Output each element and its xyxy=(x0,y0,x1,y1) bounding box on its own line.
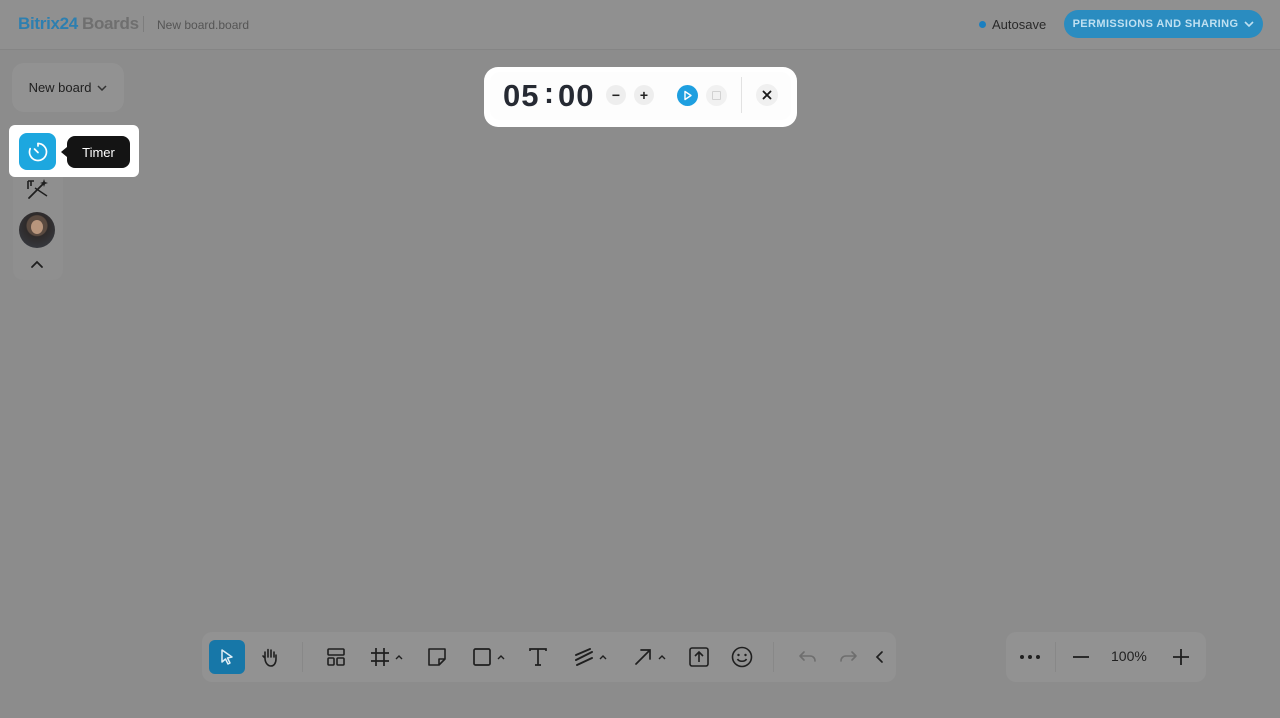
chevron-up-icon xyxy=(497,655,504,660)
timer-seconds[interactable]: 00 xyxy=(558,78,594,114)
chevron-up-icon xyxy=(658,655,665,660)
user-avatar[interactable] xyxy=(19,212,55,248)
text-icon xyxy=(529,648,547,666)
minus-icon: − xyxy=(611,87,621,103)
timer-icon xyxy=(27,141,49,163)
zoom-in-button[interactable] xyxy=(1168,640,1194,674)
select-tool[interactable] xyxy=(209,640,245,674)
redo-button[interactable] xyxy=(836,640,862,674)
emoji-icon xyxy=(731,646,753,668)
zoom-in-icon xyxy=(1173,649,1189,665)
collapse-left-icon xyxy=(875,651,883,663)
collapse-toolbar-button[interactable] xyxy=(870,640,890,674)
undo-icon xyxy=(799,651,816,662)
app-logo[interactable]: Bitrix24 Boards xyxy=(18,14,139,34)
templates-icon xyxy=(327,648,345,666)
header-divider xyxy=(143,16,144,32)
timer-close-button[interactable] xyxy=(756,84,778,106)
frame-tool[interactable] xyxy=(364,640,408,674)
chevron-down-icon xyxy=(97,84,107,91)
board-filename: New board.board xyxy=(157,18,250,32)
shape-icon xyxy=(472,648,491,666)
plus-icon: + xyxy=(639,87,649,103)
zoom-out-button[interactable] xyxy=(1068,640,1094,674)
toolbar-divider xyxy=(773,642,774,672)
board-selector[interactable]: New board xyxy=(12,63,124,112)
timer-tooltip: Timer xyxy=(61,136,130,168)
timer-decrease-button[interactable]: − xyxy=(606,85,626,105)
zoom-level[interactable]: 100% xyxy=(1111,648,1147,664)
text-tool[interactable] xyxy=(524,640,552,674)
magic-wand-icon xyxy=(27,179,48,199)
autosave-status: Autosave xyxy=(979,17,1046,32)
collapse-panel-button[interactable] xyxy=(29,258,45,270)
magic-wand-button[interactable] xyxy=(25,176,51,202)
upload-tool[interactable] xyxy=(686,640,712,674)
emoji-tool[interactable] xyxy=(728,640,756,674)
close-icon xyxy=(762,90,772,100)
permissions-sharing-label: PERMISSIONS AND SHARING xyxy=(1072,18,1239,30)
hand-tool[interactable] xyxy=(255,640,285,674)
timer-separator: : xyxy=(544,77,554,110)
templates-tool[interactable] xyxy=(322,640,350,674)
select-icon xyxy=(221,649,233,665)
chevron-up-icon xyxy=(31,260,43,268)
chevron-up-icon xyxy=(395,655,402,660)
timer-stop-button[interactable] xyxy=(706,85,727,106)
autosave-dot-icon xyxy=(979,21,986,28)
shape-tool[interactable] xyxy=(466,640,510,674)
redo-icon xyxy=(840,651,857,662)
sticky-note-tool[interactable] xyxy=(424,640,450,674)
toolbar-divider xyxy=(302,642,303,672)
timer-minutes[interactable]: 05 xyxy=(503,78,539,114)
timer-tool-button[interactable] xyxy=(19,133,56,170)
hand-icon xyxy=(262,648,277,667)
timer-start-button[interactable] xyxy=(677,85,698,106)
play-icon xyxy=(684,90,692,101)
stop-icon xyxy=(712,91,721,100)
timer-increase-button[interactable]: + xyxy=(634,85,654,105)
pen-tool[interactable] xyxy=(568,640,612,674)
sticky-note-icon xyxy=(428,648,446,666)
permissions-sharing-button[interactable]: PERMISSIONS AND SHARING xyxy=(1064,10,1263,38)
chevron-up-icon xyxy=(599,655,606,660)
more-options-button[interactable] xyxy=(1016,640,1044,674)
pen-icon xyxy=(574,648,593,666)
timer-divider xyxy=(741,77,742,113)
autosave-label: Autosave xyxy=(992,17,1047,32)
chevron-down-icon xyxy=(1244,21,1255,27)
more-icon xyxy=(1020,655,1040,659)
arrow-icon xyxy=(634,649,651,665)
zoom-out-icon xyxy=(1073,656,1089,658)
arrow-tool[interactable] xyxy=(628,640,670,674)
upload-icon xyxy=(689,647,709,667)
logo-boards: Boards xyxy=(81,14,139,33)
frame-icon xyxy=(370,648,389,666)
undo-button[interactable] xyxy=(794,640,820,674)
board-selector-label: New board xyxy=(28,80,92,95)
zoom-divider xyxy=(1055,642,1056,672)
logo-bitrix24: Bitrix24 xyxy=(18,14,78,33)
